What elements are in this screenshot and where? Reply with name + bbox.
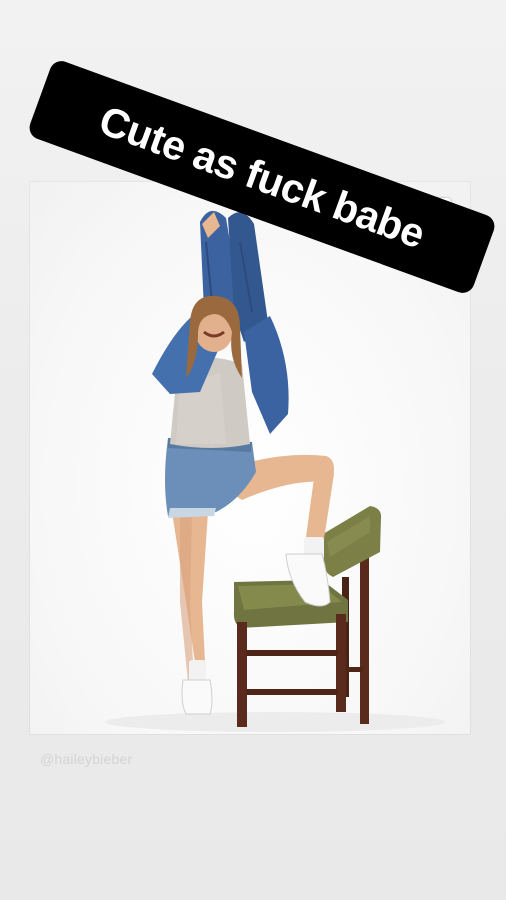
post-author-mention[interactable]: @haileybieber — [40, 751, 132, 767]
